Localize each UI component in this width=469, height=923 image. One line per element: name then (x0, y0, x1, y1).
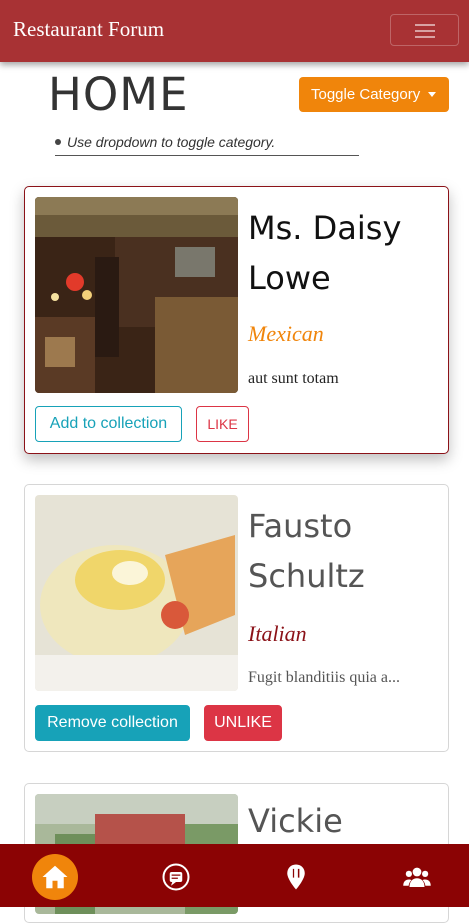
hamburger-icon (415, 24, 435, 38)
restaurant-name[interactable]: Ms. Daisy Lowe (248, 203, 443, 303)
like-button[interactable]: LIKE (196, 406, 249, 442)
restaurant-image[interactable] (35, 495, 238, 691)
restaurant-photo-bar-interior (35, 197, 238, 393)
bullet-icon (55, 139, 61, 145)
page-title: HOME (48, 68, 189, 121)
remove-collection-button[interactable]: Remove collection (35, 705, 190, 741)
navbar-toggler-button[interactable] (390, 14, 459, 46)
feeds-icon (162, 863, 190, 891)
caret-down-icon (428, 92, 436, 97)
nav-home-button[interactable] (32, 854, 78, 900)
top-restaurants-icon (287, 864, 305, 890)
nav-feeds-button[interactable] (153, 854, 199, 900)
hint-text: Use dropdown to toggle category. (55, 134, 359, 156)
nav-top-restaurants-button[interactable] (273, 854, 319, 900)
restaurant-name[interactable]: Fausto Schultz (248, 501, 443, 601)
restaurant-photo-eggs-benedict (35, 495, 238, 691)
users-icon (403, 867, 431, 887)
restaurant-category: Italian (248, 621, 307, 646)
toggle-category-dropdown[interactable]: Toggle Category (299, 77, 449, 112)
toggle-category-label: Toggle Category (311, 86, 421, 103)
home-icon (42, 865, 68, 889)
restaurant-card[interactable]: Fausto Schultz Italian Fugit blanditiis … (24, 484, 449, 752)
restaurant-category: Mexican (248, 321, 324, 346)
brand-logo-text[interactable]: Restaurant Forum (13, 17, 164, 42)
nav-users-button[interactable] (394, 854, 440, 900)
restaurant-description: Fugit blanditiis quia a... (248, 669, 400, 686)
bottom-navigation (0, 844, 469, 907)
hint-label: Use dropdown to toggle category. (67, 134, 276, 150)
add-to-collection-button[interactable]: Add to collection (35, 406, 182, 442)
top-navbar: Restaurant Forum (0, 0, 469, 62)
restaurant-image[interactable] (35, 197, 238, 393)
unlike-button[interactable]: UNLIKE (204, 705, 282, 741)
restaurant-description: aut sunt totam (248, 370, 339, 387)
restaurant-card[interactable]: Ms. Daisy Lowe Mexican aut sunt totam Ad… (24, 186, 449, 454)
